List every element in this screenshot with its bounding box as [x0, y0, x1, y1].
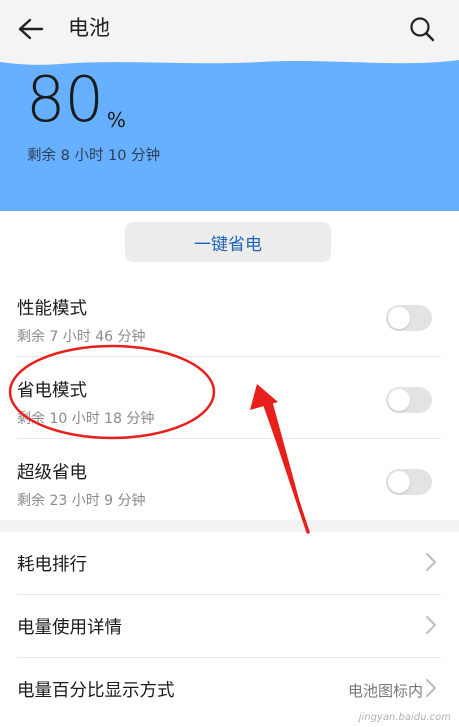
toggle-knob [388, 307, 410, 329]
ultra-saving-mode-toggle[interactable] [386, 469, 432, 495]
toggle-knob [388, 471, 410, 493]
search-button[interactable] [405, 12, 439, 46]
power-saving-mode-toggle[interactable] [386, 387, 432, 413]
chevron-right-icon [426, 553, 436, 571]
battery-level-panel: 80 % 剩余 8 小时 10 分钟 [0, 58, 459, 211]
page-title: 电池 [68, 16, 110, 40]
arrow-left-icon [18, 18, 44, 40]
mode-name: 省电模式 [17, 381, 87, 401]
list-item-label: 电量使用详情 [17, 618, 122, 638]
battery-percent-unit: % [106, 108, 126, 132]
mode-name: 超级省电 [17, 463, 87, 483]
mode-row-performance[interactable]: 性能模式 剩余 7 小时 46 分钟 [0, 275, 459, 357]
mode-row-ultra-saving[interactable]: 超级省电 剩余 23 小时 9 分钟 [0, 439, 459, 521]
mode-row-power-saving[interactable]: 省电模式 剩余 10 小时 18 分钟 [0, 357, 459, 439]
mode-remaining: 剩余 7 小时 46 分钟 [17, 329, 146, 345]
mode-remaining: 剩余 10 小时 18 分钟 [17, 411, 155, 427]
power-modes-card: 一键省电 性能模式 剩余 7 小时 46 分钟 省电模式 剩余 10 小时 18… [0, 211, 459, 520]
list-item-percentage-display[interactable]: 电量百分比显示方式 电池图标内 [0, 658, 459, 720]
back-button[interactable] [14, 12, 48, 46]
list-item-usage-details[interactable]: 电量使用详情 [0, 595, 459, 657]
battery-remaining-time: 剩余 8 小时 10 分钟 [27, 148, 161, 164]
battery-settings-screen: 电池 80 % 剩余 8 小时 10 分钟 一键省电 性能模式 剩余 7 小时 … [0, 0, 459, 727]
battery-percentage: 80 % [26, 64, 126, 136]
performance-mode-toggle[interactable] [386, 305, 432, 331]
list-item-label: 电量百分比显示方式 [17, 681, 175, 701]
one-key-save-button[interactable]: 一键省电 [125, 222, 331, 262]
chevron-right-icon [426, 679, 436, 697]
toggle-knob [388, 389, 410, 411]
list-item-power-ranking[interactable]: 耗电排行 [0, 532, 459, 594]
watermark: jingyan.baidu.com [358, 712, 451, 723]
search-icon [410, 17, 435, 42]
mode-name: 性能模式 [17, 299, 87, 319]
battery-options-list: 耗电排行 电量使用详情 电量百分比显示方式 电池图标内 [0, 532, 459, 727]
list-item-value: 电池图标内 [347, 682, 423, 700]
battery-percent-value: 80 [26, 63, 104, 136]
mode-remaining: 剩余 23 小时 9 分钟 [17, 493, 146, 509]
list-item-label: 耗电排行 [17, 555, 87, 575]
app-header: 电池 [0, 0, 459, 58]
chevron-right-icon [426, 616, 436, 634]
